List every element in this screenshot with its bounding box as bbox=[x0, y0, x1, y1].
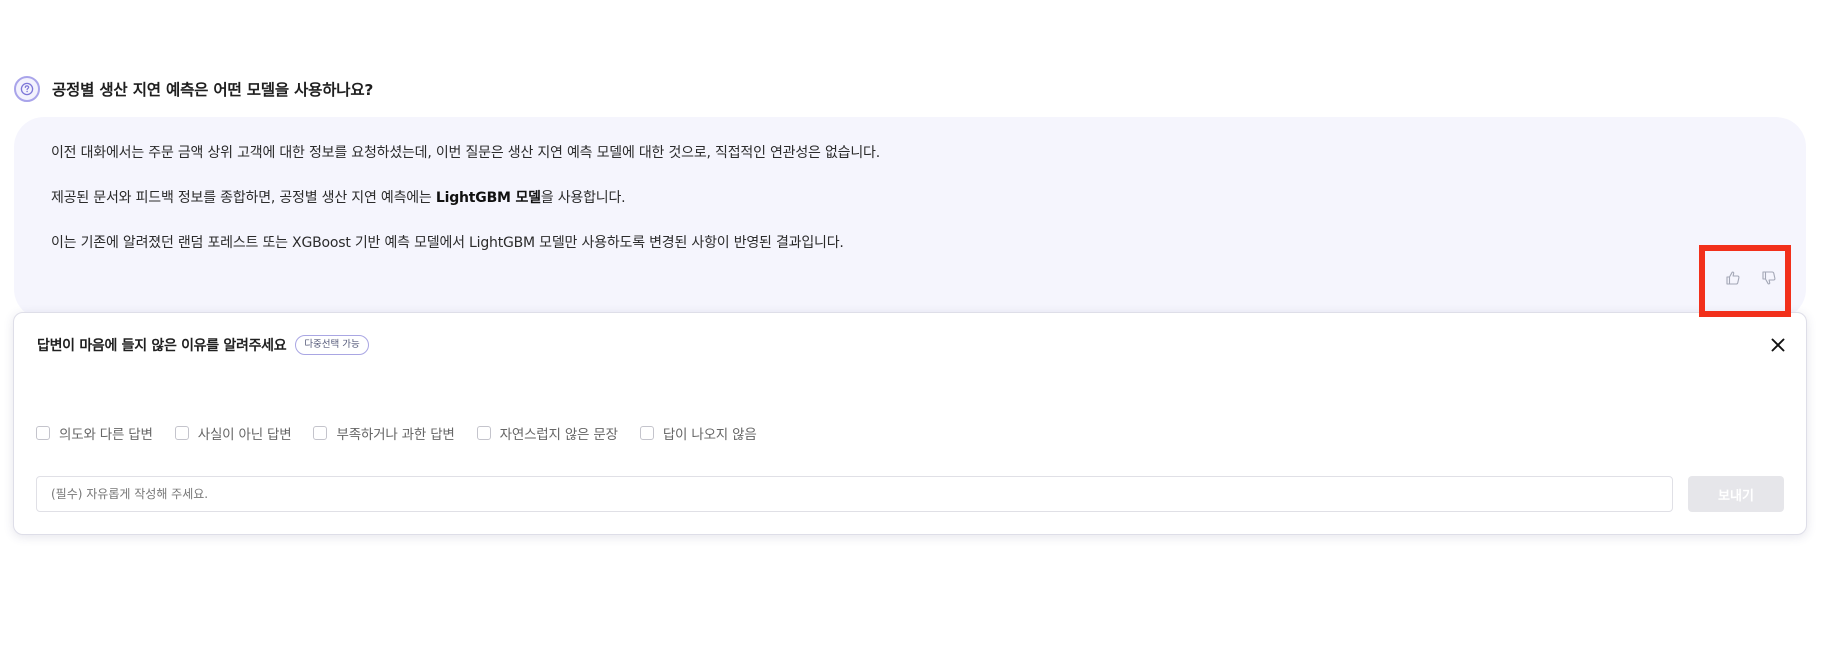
answer-paragraph-3: 이는 기존에 알려졌던 랜덤 포레스트 또는 XGBoost 기반 예측 모델에… bbox=[51, 235, 844, 251]
send-button[interactable]: 보내기 bbox=[1688, 476, 1784, 512]
multi-select-badge: 다중선택 가능 bbox=[295, 335, 369, 355]
reason-option-length[interactable]: 부족하거나 과한 답변 bbox=[313, 423, 455, 443]
reason-option-label: 의도와 다른 답변 bbox=[59, 427, 153, 443]
answer-paragraph-2-after: 을 사용합니다. bbox=[540, 190, 626, 206]
reason-text-input[interactable] bbox=[36, 476, 1673, 512]
question-text: 공정별 생산 지연 예측은 어떤 모델을 사용하나요? bbox=[52, 81, 374, 99]
close-icon bbox=[1771, 338, 1785, 352]
feedback-panel-title: 답변이 마음에 들지 않은 이유를 알려주세요 bbox=[37, 338, 287, 354]
answer-bubble: 이전 대화에서는 주문 금액 상위 고객에 대한 정보를 요청하셨는데, 이번 … bbox=[14, 117, 1806, 319]
question-row: 공정별 생산 지연 예측은 어떤 모델을 사용하나요? bbox=[14, 75, 373, 103]
reason-option-not-factual[interactable]: 사실이 아닌 답변 bbox=[174, 423, 292, 443]
reason-option-label: 답이 나오지 않음 bbox=[662, 427, 757, 443]
thumbs-down-button[interactable] bbox=[1758, 267, 1780, 289]
answer-paragraph-2: 제공된 문서와 피드백 정보를 종합하면, 공정별 생산 지연 예측에는 Lig… bbox=[51, 188, 1806, 209]
question-circle-icon bbox=[14, 76, 40, 102]
thumbs-up-button[interactable] bbox=[1722, 267, 1744, 289]
reason-checkbox[interactable] bbox=[36, 426, 50, 440]
feedback-buttons bbox=[1722, 267, 1780, 289]
reason-option-intent[interactable]: 의도와 다른 답변 bbox=[36, 423, 153, 443]
chat-page: 공정별 생산 지연 예측은 어떤 모델을 사용하나요? 이전 대화에서는 주문 … bbox=[0, 0, 1826, 668]
answer-paragraph-2-before: 제공된 문서와 피드백 정보를 종합하면, 공정별 생산 지연 예측에는 bbox=[51, 190, 436, 206]
reason-checkbox[interactable] bbox=[174, 426, 189, 440]
reason-options: 의도와 다른 답변 사실이 아닌 답변 부족하거나 과한 답변 자연스럽지 않은… bbox=[36, 423, 779, 443]
reason-option-no-answer[interactable]: 답이 나오지 않음 bbox=[639, 423, 757, 443]
reason-option-unnatural[interactable]: 자연스럽지 않은 문장 bbox=[476, 423, 618, 443]
reason-option-label: 사실이 아닌 답변 bbox=[197, 427, 292, 443]
reason-checkbox[interactable] bbox=[313, 426, 328, 440]
feedback-panel-header: 답변이 마음에 들지 않은 이유를 알려주세요 다중선택 가능 bbox=[37, 335, 369, 355]
reason-checkbox[interactable] bbox=[639, 426, 654, 440]
answer-paragraph-1: 이전 대화에서는 주문 금액 상위 고객에 대한 정보를 요청하셨는데, 이번 … bbox=[51, 145, 880, 161]
reason-option-label: 부족하거나 과한 답변 bbox=[336, 427, 455, 443]
reason-checkbox[interactable] bbox=[476, 426, 491, 440]
reason-input-row: 보내기 bbox=[36, 476, 1784, 512]
answer-model-name: LightGBM 모델 bbox=[435, 190, 541, 206]
close-button[interactable] bbox=[1768, 335, 1788, 355]
thumbs-up-icon bbox=[1726, 271, 1740, 285]
reason-option-label: 자연스럽지 않은 문장 bbox=[499, 427, 618, 443]
feedback-panel: 답변이 마음에 들지 않은 이유를 알려주세요 다중선택 가능 의도와 다른 답… bbox=[13, 312, 1807, 535]
thumbs-down-icon bbox=[1762, 271, 1776, 285]
